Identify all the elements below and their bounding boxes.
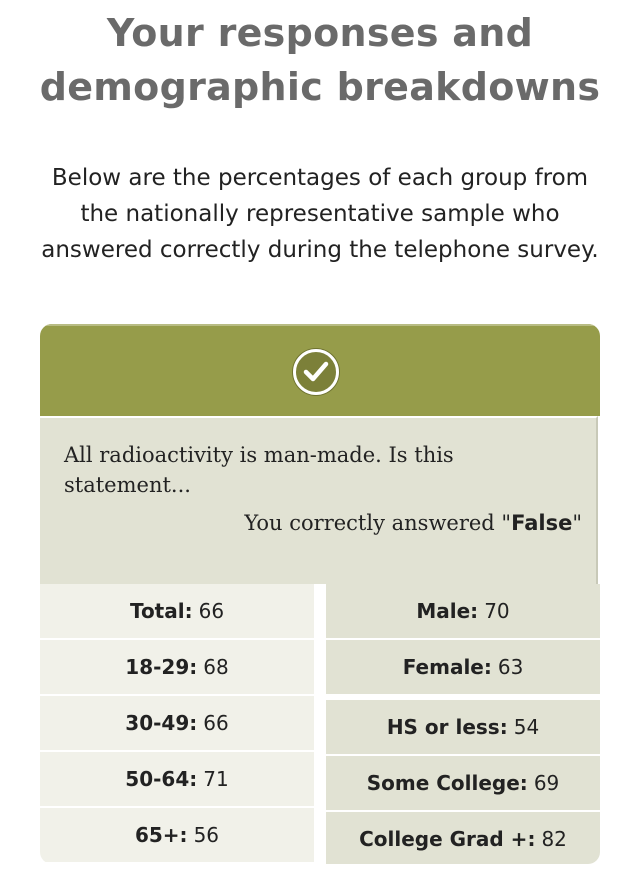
stat-hs-or-less: HS or less: 54 — [326, 700, 600, 754]
question-panel: All radioactivity is man-made. Is this s… — [40, 416, 598, 584]
stat-male: Male: 70 — [326, 584, 600, 638]
stat-label: Total: — [129, 599, 193, 623]
stat-label: Male: — [416, 599, 479, 623]
demographic-breakdown: Total: 66 18-29: 68 30-49: 66 50-64: 71 65+:… — [40, 584, 600, 864]
stat-value: 66 — [203, 711, 229, 735]
stat-age-50-64: 50-64: 71 — [40, 752, 314, 806]
stat-some-college: Some College: 69 — [326, 756, 600, 810]
page-title-line-1: Your responses and — [106, 11, 534, 55]
stat-age-65-plus: 65+: 56 — [40, 808, 314, 862]
checkmark-glyph — [303, 361, 329, 382]
stat-age-18-29: 18-29: 68 — [40, 640, 314, 694]
question-text: All radioactivity is man-made. Is this s… — [64, 443, 454, 497]
stat-label: HS or less: — [386, 715, 508, 739]
stat-label: 30-49: — [125, 711, 198, 735]
page-title: Your responses and demographic breakdown… — [0, 6, 640, 114]
stat-value: 56 — [193, 823, 220, 847]
check-circle-icon — [293, 349, 339, 395]
stat-value: 69 — [533, 771, 560, 795]
answer-statement: You correctly answered "False" — [244, 508, 582, 538]
stat-label: Female: — [402, 655, 492, 679]
stat-label: 65+: — [134, 823, 188, 847]
stat-value: 54 — [513, 715, 540, 739]
intro-text: Below are the percentages of each group … — [41, 165, 599, 263]
stat-value: 70 — [484, 599, 510, 623]
stat-value: 66 — [198, 599, 225, 623]
stat-college-grad-plus: College Grad +: 82 — [326, 812, 600, 864]
stat-value: 82 — [541, 827, 567, 851]
stat-value: 63 — [497, 655, 524, 679]
page-title-line-2: demographic breakdowns — [39, 65, 601, 109]
breakdown-column-gender-education: Male: 70 Female: 63 HS or less: 54 Some Col… — [326, 584, 600, 864]
stat-label: Some College: — [366, 771, 528, 795]
result-card-header — [40, 324, 600, 416]
stat-value: 71 — [203, 767, 229, 791]
stat-label: 18-29: — [125, 655, 198, 679]
answer-prefix: You correctly answered " — [244, 511, 512, 535]
result-card: All radioactivity is man-made. Is this s… — [40, 324, 600, 864]
breakdown-column-age: Total: 66 18-29: 68 30-49: 66 50-64: 71 65+:… — [40, 584, 314, 864]
stat-label: 50-64: — [125, 767, 198, 791]
answer-suffix: " — [572, 511, 582, 535]
stat-value: 68 — [203, 655, 229, 679]
answer-value: False — [511, 511, 573, 535]
stat-label: College Grad +: — [359, 827, 536, 851]
stat-age-30-49: 30-49: 66 — [40, 696, 314, 750]
stat-female: Female: 63 — [326, 640, 600, 694]
stat-total: Total: 66 — [40, 584, 314, 638]
